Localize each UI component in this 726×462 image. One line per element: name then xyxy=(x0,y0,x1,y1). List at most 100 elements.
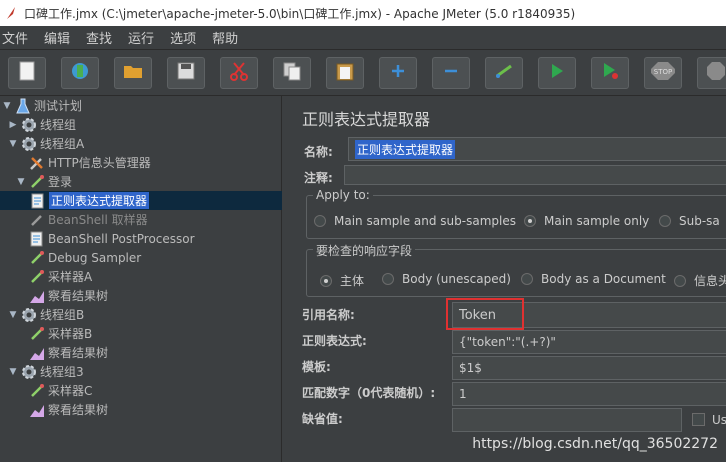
pipette-icon xyxy=(29,383,45,399)
tree-item-sampler-c[interactable]: 采样器C xyxy=(29,381,92,400)
tree-item-test-plan[interactable]: ▼ 测试计划 xyxy=(2,96,82,115)
open-button[interactable] xyxy=(114,56,152,89)
test-plan-tree: ▼ 测试计划 ▶ 线程组 ▼ 线程组A HTTP信息头管理器 ▼ 登录 正则表达… xyxy=(0,96,282,462)
tree-item-thread-group-a[interactable]: ▼ 线程组A xyxy=(8,134,84,153)
apply-to-legend: Apply to: xyxy=(313,188,373,202)
reference-name-label: 引用名称: xyxy=(302,308,355,322)
tree-item-regex-extractor[interactable]: 正则表达式提取器 xyxy=(0,191,282,210)
tree-item-http-header-manager[interactable]: HTTP信息头管理器 xyxy=(16,153,151,172)
wrench-icon xyxy=(29,155,45,171)
templates-button[interactable] xyxy=(61,56,99,89)
chart-icon xyxy=(29,288,45,304)
chart-icon xyxy=(29,345,45,361)
expand-toggle-icon[interactable]: ▼ xyxy=(8,367,18,377)
default-value-field[interactable] xyxy=(452,408,682,432)
tree-item-thread-group-b[interactable]: ▼ 线程组B xyxy=(8,305,84,324)
tree-item-view-results-tree[interactable]: 察看结果树 xyxy=(29,286,108,305)
tree-item-view-results-tree-3[interactable]: 察看结果树 xyxy=(29,400,108,419)
templates-icon xyxy=(70,61,90,84)
radio-body-as-document[interactable]: Body as a Document xyxy=(521,272,666,286)
pipette-icon xyxy=(29,212,45,228)
toggle-button[interactable] xyxy=(485,56,523,89)
shutdown-button[interactable] xyxy=(697,56,726,89)
radio-dot xyxy=(320,274,332,287)
expand-toggle-icon[interactable]: ▼ xyxy=(8,310,18,320)
stop-icon: STOP xyxy=(650,61,676,84)
cut-icon xyxy=(229,61,249,84)
tree-item-view-results-tree-b[interactable]: 察看结果树 xyxy=(29,343,108,362)
expand-all-button[interactable] xyxy=(379,56,417,89)
toolbar: STOP xyxy=(0,50,726,96)
expand-toggle-icon[interactable]: ▼ xyxy=(16,177,26,187)
tree-item-sampler-b[interactable]: 采样器B xyxy=(29,324,92,343)
match-no-field[interactable]: 1 xyxy=(452,382,726,406)
menu-edit[interactable]: 编辑 xyxy=(42,28,76,47)
menu-search[interactable]: 查找 xyxy=(84,28,118,47)
toggle-icon xyxy=(494,61,514,84)
split-pane-divider[interactable] xyxy=(282,96,290,462)
radio-dot xyxy=(674,274,686,287)
regex-label: 正则表达式: xyxy=(302,334,367,348)
window-title: 口碑工作.jmx (C:\jmeter\apache-jmeter-5.0\bi… xyxy=(24,6,576,21)
tree-item-login[interactable]: ▼ 登录 xyxy=(16,172,72,191)
use-empty-default-checkbox[interactable] xyxy=(692,413,705,426)
stop-button[interactable]: STOP xyxy=(644,56,682,89)
open-folder-icon xyxy=(123,62,143,83)
collapse-icon xyxy=(443,63,459,82)
save-button[interactable] xyxy=(167,56,205,89)
regex-field[interactable]: {"token":"(.+?)" xyxy=(452,330,726,354)
extractor-icon xyxy=(29,231,45,247)
window-titlebar: 口碑工作.jmx (C:\jmeter\apache-jmeter-5.0\bi… xyxy=(0,0,726,26)
radio-body-unescaped[interactable]: Body (unescaped) xyxy=(382,272,511,286)
comment-label: 注释: xyxy=(304,171,333,185)
highlight-annotation xyxy=(446,298,524,330)
template-field[interactable]: $1$ xyxy=(452,356,726,380)
pipette-icon xyxy=(29,269,45,285)
tree-item-thread-group-3[interactable]: ▼ 线程组3 xyxy=(8,362,84,381)
name-field[interactable]: 正则表达式提取器 xyxy=(348,137,726,161)
pipette-icon xyxy=(29,174,45,190)
name-label: 名称: xyxy=(304,145,333,159)
use-empty-default-label: Us xyxy=(712,413,726,427)
cut-button[interactable] xyxy=(220,56,258,89)
tree-item-beanshell-postprocessor[interactable]: BeanShell PostProcessor xyxy=(29,229,195,248)
radio-dot xyxy=(382,273,394,285)
paste-icon xyxy=(336,61,354,84)
start-no-pauses-button[interactable] xyxy=(591,56,629,89)
radio-headers[interactable]: 信息头 xyxy=(674,272,726,289)
start-button[interactable] xyxy=(538,56,576,89)
extractor-icon xyxy=(30,193,46,209)
menu-run[interactable]: 运行 xyxy=(126,28,160,47)
menu-help[interactable]: 帮助 xyxy=(210,28,244,47)
start-icon xyxy=(549,63,565,82)
new-file-icon xyxy=(18,61,36,84)
radio-main-sample-only[interactable]: Main sample only xyxy=(524,214,649,228)
copy-button[interactable] xyxy=(273,56,311,89)
regex-extractor-panel: 正则表达式提取器 名称: 正则表达式提取器 注释: Apply to: Main… xyxy=(290,96,726,462)
tree-item-thread-group[interactable]: ▶ 线程组 xyxy=(8,115,76,134)
copy-icon xyxy=(282,61,302,84)
expand-toggle-icon[interactable]: ▼ xyxy=(8,139,18,149)
gear-icon xyxy=(21,364,37,380)
default-value-label: 缺省值: xyxy=(302,412,343,426)
radio-body[interactable]: 主体 xyxy=(320,272,364,289)
tree-item-debug-sampler[interactable]: Debug Sampler xyxy=(29,248,141,267)
menu-file[interactable]: 文件 xyxy=(0,28,34,47)
tree-item-beanshell-sampler[interactable]: BeanShell 取样器 xyxy=(29,210,148,229)
menu-options[interactable]: 选项 xyxy=(168,28,202,47)
save-icon xyxy=(177,62,195,83)
panel-title: 正则表达式提取器 xyxy=(302,110,431,129)
menu-bar: 文件 编辑 查找 运行 选项 帮助 xyxy=(0,26,726,50)
flask-icon xyxy=(15,98,31,114)
comment-field[interactable] xyxy=(344,165,726,185)
paste-button[interactable] xyxy=(326,56,364,89)
feather-icon xyxy=(4,6,18,20)
tree-item-sampler-a[interactable]: 采样器A xyxy=(29,267,92,286)
radio-main-and-sub-samples[interactable]: Main sample and sub-samples xyxy=(314,214,516,228)
expand-toggle-icon[interactable]: ▼ xyxy=(2,101,12,111)
radio-sub-samples-only[interactable]: Sub-sa xyxy=(659,214,720,228)
new-button[interactable] xyxy=(8,56,46,89)
template-label: 模板: xyxy=(302,360,331,374)
collapse-all-button[interactable] xyxy=(432,56,470,89)
expand-toggle-icon[interactable]: ▶ xyxy=(8,120,18,130)
